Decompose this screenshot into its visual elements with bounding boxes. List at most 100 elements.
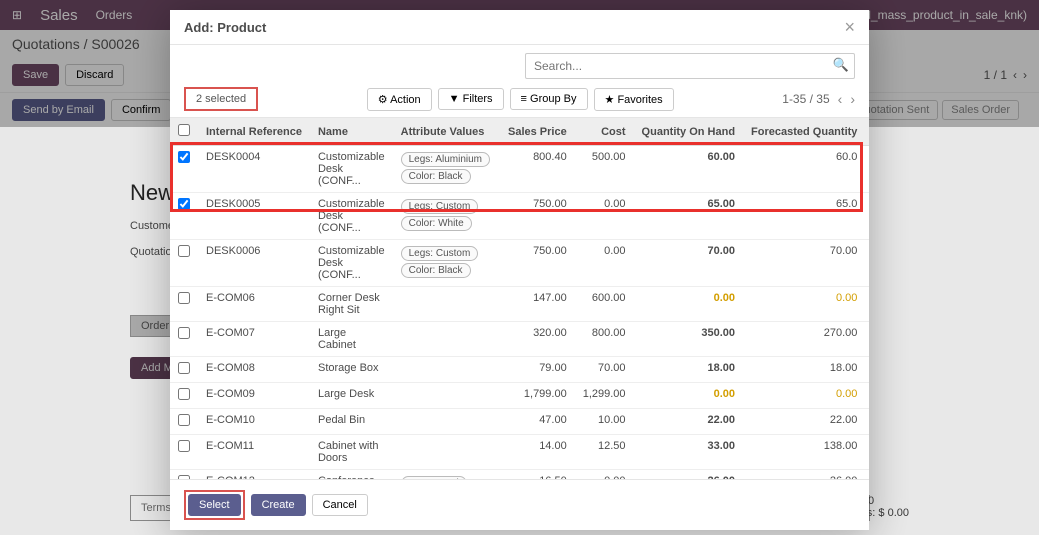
cell-attr: Legs: Steel [393,470,500,480]
cell-name: Large Cabinet [310,322,393,357]
cell-attr: Legs: CustomColor: Black [393,240,500,287]
attribute-tag: Color: White [401,216,472,231]
cell-name: Large Desk [310,383,393,409]
row-checkbox[interactable] [178,327,190,339]
cell-qoh: 60.00 [634,146,744,193]
table-row[interactable]: DESK0006Customizable Desk (CONF...Legs: … [170,240,869,287]
col-menu[interactable]: ⋮ [865,118,869,146]
cell-price: 147.00 [500,287,575,322]
attribute-tag: Color: Black [401,263,471,278]
cell-cost: 0.00 [575,193,634,240]
create-button[interactable]: Create [251,494,306,516]
close-icon[interactable]: × [844,18,855,36]
cell-price: 79.00 [500,357,575,383]
table-row[interactable]: DESK0004Customizable Desk (CONF...Legs: … [170,146,869,193]
cell-ref: E-COM11 [198,435,310,470]
cell-cost: 10.00 [575,409,634,435]
cancel-button[interactable]: Cancel [312,494,368,516]
cell-fq: 22.00 [743,409,865,435]
cell-cost: 12.50 [575,435,634,470]
table-row[interactable]: E-COM08Storage Box79.0070.0018.0018.00 [170,357,869,383]
cell-qoh: 18.00 [634,357,744,383]
table-row[interactable]: E-COM10Pedal Bin47.0010.0022.0022.00 [170,409,869,435]
row-checkbox[interactable] [178,362,190,374]
select-button[interactable]: Select [188,494,241,516]
funnel-icon: ▼ [449,93,460,105]
row-checkbox[interactable] [178,245,190,257]
cell-fq: 70.00 [743,240,865,287]
table-row[interactable]: E-COM07Large Cabinet320.00800.00350.0027… [170,322,869,357]
cell-ref: DESK0005 [198,193,310,240]
col-name[interactable]: Name [310,118,393,146]
favorites-button[interactable]: ★ Favorites [594,88,674,111]
col-attr[interactable]: Attribute Values [393,118,500,146]
cell-cost: 600.00 [575,287,634,322]
col-ref[interactable]: Internal Reference [198,118,310,146]
table-row[interactable]: DESK0005Customizable Desk (CONF...Legs: … [170,193,869,240]
table-row[interactable]: E-COM11Cabinet with Doors 14.0012.5033.00… [170,435,869,470]
row-checkbox[interactable] [178,475,190,479]
cell-cost: 800.00 [575,322,634,357]
cell-qoh: 33.00 [634,435,744,470]
cell-name: Cabinet with Doors [310,435,393,470]
cell-ref: E-COM10 [198,409,310,435]
cell-ref: DESK0006 [198,240,310,287]
star-icon: ★ [605,94,615,106]
cell-name: Storage Box [310,357,393,383]
cell-price: 16.50 [500,470,575,480]
row-checkbox[interactable] [178,414,190,426]
col-cost[interactable]: Cost [575,118,634,146]
col-price[interactable]: Sales Price [500,118,575,146]
table-row[interactable]: E-COM09Large Desk1,799.001,299.000.000.0… [170,383,869,409]
cell-name: Corner Desk Right Sit [310,287,393,322]
product-table: Internal Reference Name Attribute Values… [170,118,869,479]
cell-qoh: 0.00 [634,287,744,322]
cell-attr [393,357,500,383]
action-button[interactable]: ⚙ Action [367,88,432,111]
attribute-tag: Color: Black [401,169,471,184]
cell-ref: E-COM08 [198,357,310,383]
row-checkbox[interactable] [178,388,190,400]
cell-name: Customizable Desk (CONF... [310,193,393,240]
table-row[interactable]: E-COM06Corner Desk Right Sit 147.00600.00… [170,287,869,322]
groupby-button[interactable]: ≡ Group By [510,88,588,110]
cell-attr: Legs: AluminiumColor: Black [393,146,500,193]
selected-count[interactable]: 2 selected [184,87,258,111]
cell-qoh: 26.00 [634,470,744,480]
cell-fq: 65.0 [743,193,865,240]
cell-ref: E-COM06 [198,287,310,322]
cell-name: Conference Chair (CONFIG) [310,470,393,480]
search-input[interactable] [525,53,855,79]
cell-cost: 70.00 [575,357,634,383]
cell-ref: DESK0004 [198,146,310,193]
cell-ref: E-COM07 [198,322,310,357]
cell-price: 320.00 [500,322,575,357]
select-all-checkbox[interactable] [178,124,190,136]
cell-price: 750.00 [500,240,575,287]
cell-fq: 138.00 [743,435,865,470]
search-icon[interactable]: 🔍 [833,57,849,73]
table-row[interactable]: E-COM12Conference Chair (CONFIG)Legs: St… [170,470,869,480]
pager-next[interactable]: › [850,91,855,107]
cell-attr [393,287,500,322]
col-fq[interactable]: Forecasted Quantity [743,118,865,146]
filters-button[interactable]: ▼ Filters [438,88,504,110]
cell-attr [393,409,500,435]
cell-qoh: 22.00 [634,409,744,435]
cell-price: 14.00 [500,435,575,470]
row-checkbox[interactable] [178,198,190,210]
cell-attr [393,435,500,470]
row-checkbox[interactable] [178,151,190,163]
cell-name: Customizable Desk (CONF... [310,146,393,193]
cell-fq: 270.00 [743,322,865,357]
col-qoh[interactable]: Quantity On Hand [634,118,744,146]
gear-icon: ⚙ [378,94,388,106]
row-checkbox[interactable] [178,440,190,452]
cell-price: 800.40 [500,146,575,193]
cell-attr [393,322,500,357]
add-product-modal: Add: Product × 🔍 2 selected ⚙ Action ▼ F… [170,10,869,530]
row-checkbox[interactable] [178,292,190,304]
cell-fq: 18.00 [743,357,865,383]
cell-name: Customizable Desk (CONF... [310,240,393,287]
pager-prev[interactable]: ‹ [838,91,843,107]
